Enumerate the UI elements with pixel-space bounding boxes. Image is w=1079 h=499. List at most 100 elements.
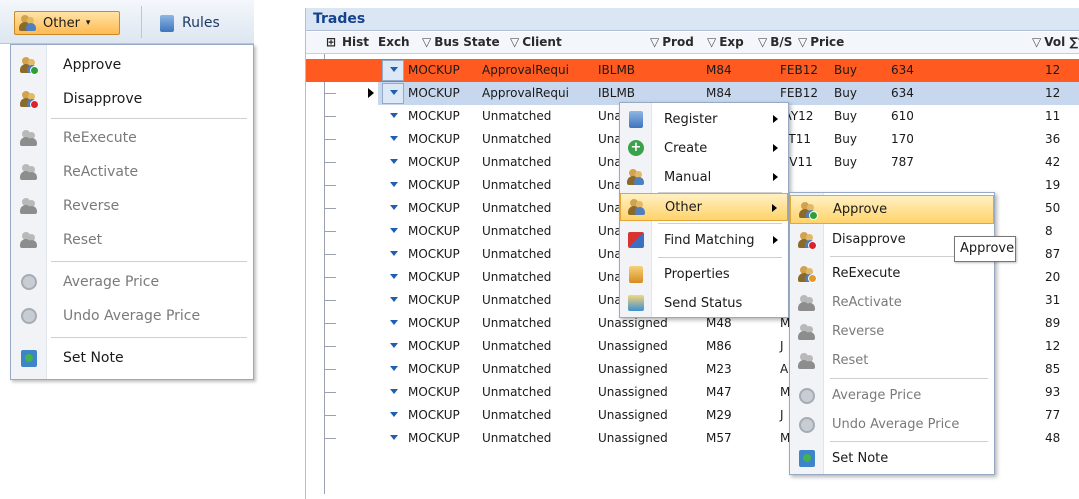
- submenu-item-set-note[interactable]: Set Note: [790, 444, 994, 473]
- submenu-item-approve[interactable]: Approve: [790, 195, 994, 224]
- row-dropdown-icon[interactable]: [390, 412, 398, 417]
- cell-vol: 12: [1045, 339, 1061, 353]
- context-item-other[interactable]: Other: [620, 193, 788, 221]
- submenu-item-average-price[interactable]: Average Price: [790, 381, 994, 410]
- cell-bus-state: Unmatched: [482, 339, 552, 353]
- column-prod[interactable]: ▽ Prod: [650, 35, 694, 49]
- submenu-item-reactivate[interactable]: ReActivate: [790, 288, 994, 317]
- cell-bus-state: ApprovalRequi: [482, 86, 569, 100]
- cell-bus-state: Unmatched: [482, 178, 552, 192]
- cell-exch: MOCKUP: [408, 132, 460, 146]
- cell-prod: M84: [706, 63, 732, 77]
- cell-exch: MOCKUP: [408, 247, 460, 261]
- cell-exch: MOCKUP: [408, 224, 460, 238]
- menu-item-reset[interactable]: Reset: [11, 223, 253, 257]
- context-item-find-matching[interactable]: Find Matching: [620, 226, 788, 254]
- column-client[interactable]: ▽ Client: [510, 35, 562, 49]
- row-dropdown-icon[interactable]: [390, 435, 398, 440]
- filter-icon[interactable]: ▽: [798, 35, 807, 49]
- menu-item-set-note[interactable]: Set Note: [11, 341, 253, 375]
- row-dropdown-icon[interactable]: [390, 113, 398, 118]
- column-price[interactable]: ▽ Price: [798, 35, 844, 49]
- reactivate-icon: [20, 163, 38, 181]
- cell-client: IBLMB: [598, 86, 636, 100]
- menu-item-label: ReExecute: [63, 130, 137, 146]
- submenu-item-undo-average-price[interactable]: Undo Average Price: [790, 410, 994, 439]
- menu-item-average-price[interactable]: Average Price: [11, 265, 253, 299]
- tree-line: [324, 300, 336, 301]
- cell-exch: MOCKUP: [408, 270, 460, 284]
- menu-item-reactivate[interactable]: ReActivate: [11, 155, 253, 189]
- context-item-register[interactable]: Register: [620, 105, 788, 133]
- menu-item-label: ReActivate: [63, 164, 139, 180]
- menu-item-disapprove[interactable]: Disapprove: [11, 82, 253, 116]
- context-item-properties[interactable]: Properties: [620, 260, 788, 288]
- row-dropdown-icon[interactable]: [390, 251, 398, 256]
- column-vol[interactable]: ▽Vol ∑▽: [1032, 35, 1079, 49]
- tree-line: [324, 415, 336, 416]
- context-item-manual[interactable]: Manual: [620, 163, 788, 191]
- filter-icon[interactable]: ▽: [422, 35, 431, 49]
- menu-item-label: Disapprove: [63, 91, 143, 107]
- context-item-create[interactable]: + Create: [620, 134, 788, 162]
- filter-icon[interactable]: ▽: [758, 35, 767, 49]
- row-dropdown-icon[interactable]: [390, 389, 398, 394]
- menu-item-reverse[interactable]: Reverse: [11, 189, 253, 223]
- row-dropdown-icon[interactable]: [390, 159, 398, 164]
- cell-exch: MOCKUP: [408, 201, 460, 215]
- tree-line: [324, 369, 336, 370]
- approve-icon: [20, 56, 39, 75]
- cell-prod: M84: [706, 86, 732, 100]
- row-dropdown-icon[interactable]: [390, 67, 398, 72]
- row-dropdown-icon[interactable]: [390, 182, 398, 187]
- submenu-arrow-icon: [773, 115, 778, 123]
- cell-vol: 87: [1045, 247, 1061, 261]
- toolbar: Other ▾ Rules: [0, 0, 254, 44]
- cell-client: Unassigned: [598, 431, 668, 445]
- row-dropdown-icon[interactable]: [390, 366, 398, 371]
- other-dropdown-button[interactable]: Other ▾: [14, 11, 120, 35]
- column-hist[interactable]: Hist: [342, 35, 369, 49]
- cell-vol: 8: [1045, 224, 1053, 238]
- filter-icon[interactable]: ▽: [510, 35, 519, 49]
- panel-title: Trades: [306, 8, 1079, 31]
- column-exch[interactable]: Exch: [378, 35, 410, 49]
- row-dropdown-icon[interactable]: [390, 320, 398, 325]
- filter-icon[interactable]: ▽: [1032, 35, 1041, 49]
- submenu-item-reverse[interactable]: Reverse: [790, 317, 994, 346]
- row-dropdown-icon[interactable]: [390, 90, 398, 95]
- row-dropdown-icon[interactable]: [390, 136, 398, 141]
- submenu-item-reexecute[interactable]: ReExecute: [790, 259, 994, 288]
- column-bus-state[interactable]: ▽ Bus State: [422, 35, 500, 49]
- other-icon: [628, 198, 646, 216]
- cell-bus-state: Unmatched: [482, 385, 552, 399]
- table-row[interactable]: MOCKUP ApprovalRequi IBLMB M84 FEB12 Buy 634 12: [306, 59, 1079, 82]
- rules-button[interactable]: Rules: [160, 11, 220, 35]
- cell-exch: MOCKUP: [408, 362, 460, 376]
- filter-icon[interactable]: ▽: [707, 35, 716, 49]
- menu-item-approve[interactable]: Approve: [11, 48, 253, 82]
- row-dropdown-icon[interactable]: [390, 297, 398, 302]
- row-dropdown-icon[interactable]: [390, 205, 398, 210]
- column-exp[interactable]: ▽ Exp: [707, 35, 744, 49]
- tree-line: [324, 139, 336, 140]
- cell-vol: 42: [1045, 155, 1061, 169]
- cell-client: Unassigned: [598, 316, 668, 330]
- cell-exp: FEB12: [780, 86, 818, 100]
- tooltip: Approve: [954, 236, 1016, 262]
- row-dropdown-icon[interactable]: [390, 228, 398, 233]
- cell-prod: M23: [706, 362, 732, 376]
- submenu-item-reset[interactable]: Reset: [790, 346, 994, 375]
- column-chooser-icon[interactable]: ⊞: [326, 35, 336, 49]
- row-dropdown-icon[interactable]: [390, 274, 398, 279]
- menu-item-reexecute[interactable]: ReExecute: [11, 121, 253, 155]
- sum-icon[interactable]: ∑: [1065, 35, 1078, 49]
- cell-bus-state: Unmatched: [482, 293, 552, 307]
- column-bs[interactable]: ▽ B/S: [758, 35, 792, 49]
- menu-separator: [658, 223, 782, 224]
- filter-icon[interactable]: ▽: [650, 35, 659, 49]
- context-item-send-status[interactable]: Send Status: [620, 289, 788, 317]
- menu-item-undo-average-price[interactable]: Undo Average Price: [11, 299, 253, 333]
- row-dropdown-icon[interactable]: [390, 343, 398, 348]
- submenu-arrow-icon: [773, 144, 778, 152]
